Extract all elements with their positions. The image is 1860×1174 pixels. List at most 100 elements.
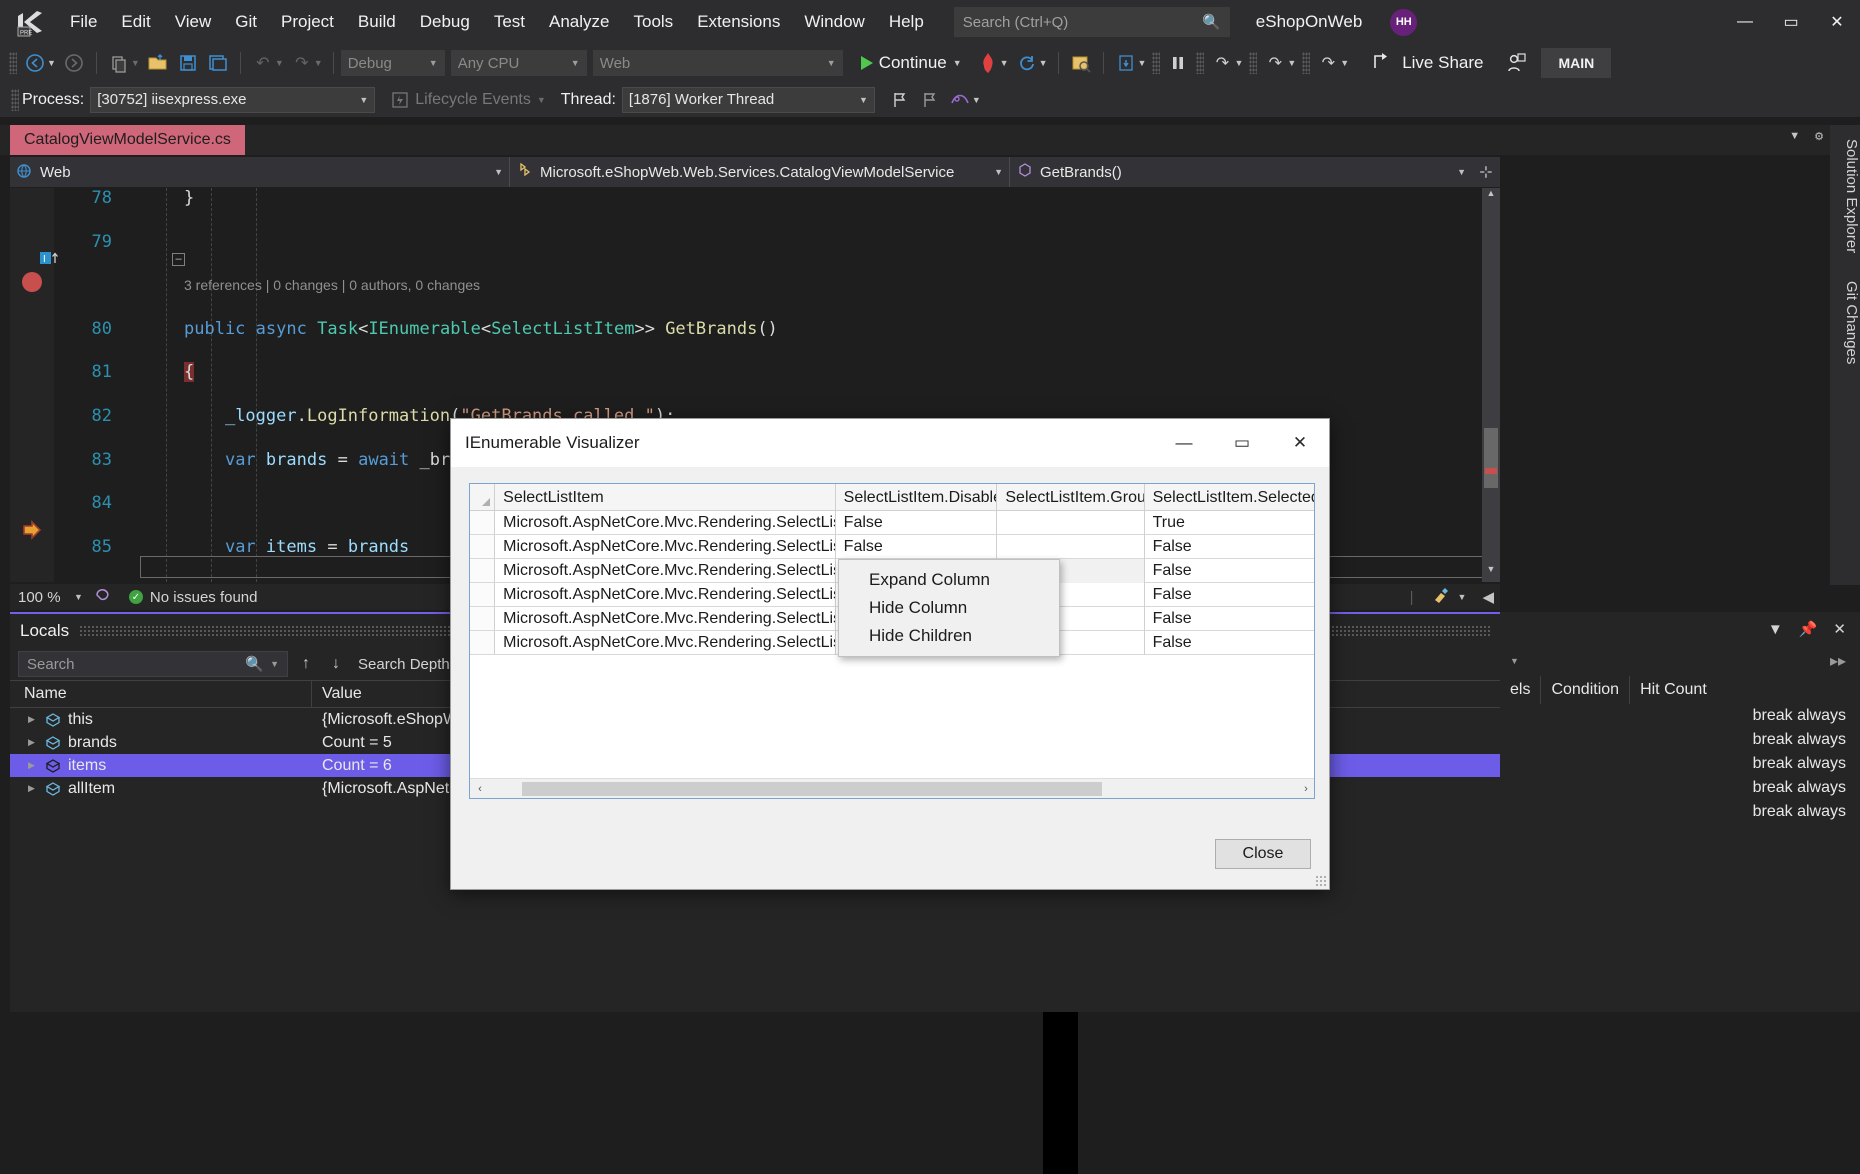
nav-project-dropdown[interactable]: Web ▼	[10, 157, 510, 187]
grid-cell-item[interactable]: Microsoft.AspNetCore.Mvc.Rendering.Selec…	[495, 559, 836, 583]
step-return-dropdown-icon[interactable]: ▼	[1340, 58, 1349, 68]
navigate-back-icon[interactable]	[20, 49, 50, 77]
grid-cell-selected[interactable]: False	[1145, 559, 1314, 583]
scrollbar-thumb[interactable]	[1484, 428, 1498, 488]
grid-row-header[interactable]	[470, 631, 496, 654]
live-share-button[interactable]: Live Share	[1372, 51, 1483, 76]
hot-reload-dropdown-icon[interactable]: ▼	[1000, 58, 1009, 68]
browser-select-icon[interactable]	[1066, 49, 1096, 77]
toolbar-grip-5[interactable]	[1302, 52, 1311, 74]
grid-row-header[interactable]	[470, 511, 496, 534]
grid-cell-selected[interactable]: False	[1145, 607, 1314, 631]
menu-item-tools[interactable]: Tools	[622, 7, 686, 37]
breakpoint-row[interactable]: break always	[1500, 752, 1860, 776]
code-cleanup-icon[interactable]	[1430, 586, 1452, 608]
breakpoints-overflow-icon[interactable]: ▸▸	[1830, 651, 1846, 671]
grid-row-header[interactable]	[470, 583, 496, 606]
glyph-margin[interactable]: I	[10, 188, 58, 582]
dialog-maximize-button[interactable]: ▭	[1213, 421, 1271, 465]
avatar[interactable]: HH	[1390, 8, 1418, 36]
startup-project-dropdown[interactable]: Web ▼	[592, 50, 843, 76]
menu-item-project[interactable]: Project	[269, 7, 346, 37]
panel-menu-chevron-icon[interactable]: ▼	[1768, 621, 1783, 638]
tab-catalog-view-model-service[interactable]: CatalogViewModelService.cs	[10, 125, 245, 155]
dialog-close-icon[interactable]: ✕	[1271, 421, 1329, 465]
grid-cell-selected[interactable]: False	[1145, 583, 1314, 607]
grid-cell-disabled[interactable]: False	[836, 535, 998, 559]
menu-item-extensions[interactable]: Extensions	[685, 7, 792, 37]
branch-badge[interactable]: MAIN	[1541, 48, 1612, 78]
undo-dropdown-icon[interactable]: ▼	[275, 58, 284, 68]
open-file-icon[interactable]	[143, 49, 173, 77]
search-next-icon[interactable]: ↓	[324, 655, 348, 673]
window-close-button[interactable]: ✕	[1814, 0, 1860, 44]
ienumerable-visualizer-dialog[interactable]: IEnumerable Visualizer — ▭ ✕ SelectListI…	[450, 418, 1330, 890]
dialog-minimize-button[interactable]: —	[1155, 421, 1213, 465]
grid-horizontal-scrollbar[interactable]: ‹ ›	[470, 778, 1314, 798]
grid-row-header[interactable]	[470, 559, 496, 582]
thread-dropdown[interactable]: [1876] Worker Thread ▼	[621, 86, 875, 113]
configuration-dropdown[interactable]: Debug ▼	[340, 50, 445, 76]
zoom-dropdown-icon[interactable]: ▼	[74, 592, 83, 602]
grid-column-disabled[interactable]: SelectListItem.Disabled	[836, 484, 998, 511]
close-icon[interactable]: ✕	[1833, 620, 1846, 638]
expand-chevron-icon[interactable]: ▶	[28, 737, 38, 748]
grid-cell-selected[interactable]: True	[1145, 511, 1314, 535]
step-return-icon[interactable]: ↷	[1313, 49, 1343, 77]
context-menu-hide-children[interactable]: Hide Children	[839, 622, 1059, 650]
lifecycle-events-label[interactable]: Lifecycle Events	[415, 91, 531, 109]
step-into-icon[interactable]	[1111, 49, 1141, 77]
add-account-icon[interactable]	[1501, 49, 1531, 77]
grid-column-selected[interactable]: SelectListItem.Selected	[1145, 484, 1314, 511]
rail-solution-explorer[interactable]: Solution Explorer	[1830, 125, 1860, 267]
undo-icon[interactable]: ↶	[248, 49, 278, 77]
grid-cell-group[interactable]	[997, 535, 1145, 559]
menu-item-edit[interactable]: Edit	[109, 7, 162, 37]
zoom-level[interactable]: 100 %	[10, 589, 74, 606]
grid-row-header[interactable]	[470, 535, 496, 558]
process-dropdown[interactable]: [30752] iisexpress.exe ▼	[90, 86, 376, 113]
menu-item-debug[interactable]: Debug	[408, 7, 482, 37]
step-over-dropdown-icon[interactable]: ▼	[1234, 58, 1243, 68]
menu-item-git[interactable]: Git	[223, 7, 269, 37]
lifecycle-dropdown-icon[interactable]: ▼	[537, 95, 546, 105]
expand-chevron-icon[interactable]: ▶	[28, 760, 38, 771]
redo-icon[interactable]: ↷	[287, 49, 317, 77]
step-out-dropdown-icon[interactable]: ▼	[1287, 58, 1296, 68]
menu-item-window[interactable]: Window	[792, 7, 876, 37]
breakpoint-row[interactable]: break always	[1500, 776, 1860, 800]
intellicode-icon[interactable]	[93, 586, 113, 608]
scroll-up-icon[interactable]: ▲	[1482, 188, 1500, 206]
threads-more-icon[interactable]: ▼	[972, 95, 981, 105]
grid-cell-item[interactable]: Microsoft.AspNetCore.Mvc.Rendering.Selec…	[495, 511, 836, 535]
toolbar-grip-4[interactable]	[1249, 52, 1258, 74]
chevron-down-icon[interactable]: ▼	[953, 58, 962, 68]
new-project-dropdown-icon[interactable]: ▼	[131, 58, 140, 68]
grid-cell-item[interactable]: Microsoft.AspNetCore.Mvc.Rendering.Selec…	[495, 535, 836, 559]
window-maximize-button[interactable]: ▭	[1768, 0, 1814, 44]
toolbar-grip[interactable]	[9, 52, 17, 74]
grid-cell-item[interactable]: Microsoft.AspNetCore.Mvc.Rendering.Selec…	[495, 631, 836, 655]
rail-git-changes[interactable]: Git Changes	[1830, 267, 1860, 378]
nav-type-dropdown[interactable]: Microsoft.eShopWeb.Web.Services.CatalogV…	[510, 157, 1010, 187]
expand-chevron-icon[interactable]: ▶	[28, 783, 38, 794]
pin-icon[interactable]: 📌	[1799, 620, 1818, 638]
menu-item-help[interactable]: Help	[877, 7, 936, 37]
menu-item-build[interactable]: Build	[346, 7, 408, 37]
toolbar-grip-3[interactable]	[1196, 52, 1205, 74]
redo-dropdown-icon[interactable]: ▼	[314, 58, 323, 68]
grid-cell-group[interactable]	[997, 511, 1145, 535]
debug-toolbar-grip[interactable]	[11, 88, 19, 111]
navigate-back-dropdown-icon[interactable]: ▼	[47, 58, 56, 68]
platform-dropdown[interactable]: Any CPU ▼	[450, 50, 587, 76]
step-out-icon[interactable]: ↷	[1260, 49, 1290, 77]
locals-column-name[interactable]: Name	[10, 681, 312, 707]
split-editor-icon[interactable]: ⊹	[1472, 157, 1500, 187]
menu-item-view[interactable]: View	[163, 7, 224, 37]
save-icon[interactable]	[173, 49, 203, 77]
grid-row-header[interactable]	[470, 607, 496, 630]
tab-list-chevron-icon[interactable]: ▼	[1789, 130, 1800, 143]
scrollbar-track[interactable]	[490, 778, 1296, 798]
bp-column-labels[interactable]: els	[1500, 676, 1542, 704]
toolbar-grip-2[interactable]	[1152, 52, 1161, 74]
